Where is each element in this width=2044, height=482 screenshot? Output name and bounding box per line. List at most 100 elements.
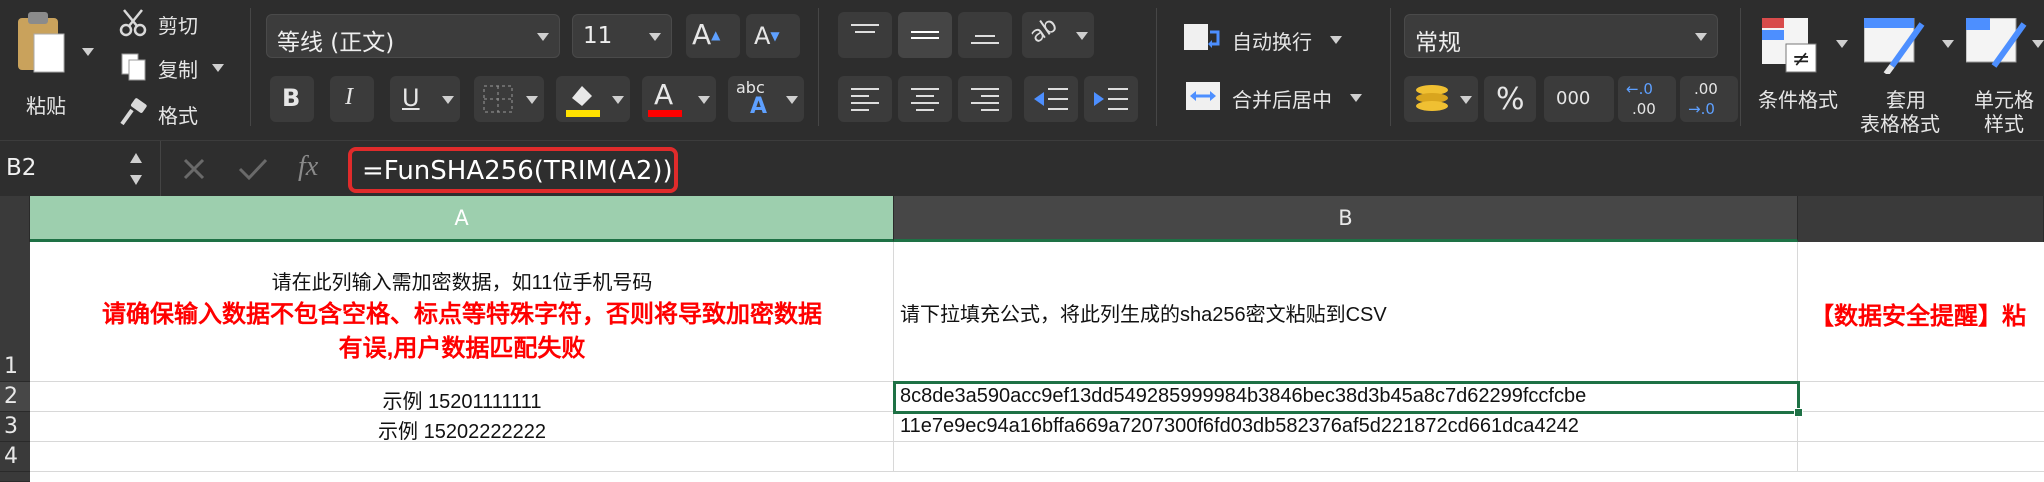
- format-painter-button[interactable]: 格式: [114, 96, 214, 130]
- increase-font-size-button[interactable]: A ▲: [686, 14, 740, 58]
- increase-font-icon: A ▲: [692, 18, 721, 51]
- decrease-font-size-button[interactable]: A ▼: [746, 14, 800, 58]
- orientation-button[interactable]: ab: [1022, 12, 1094, 58]
- merge-center-icon: [1186, 82, 1220, 110]
- wrap-text-label: 自动换行: [1232, 30, 1312, 54]
- fill-color-button[interactable]: [556, 76, 630, 122]
- cell-styles-label-2: 样式: [1984, 112, 2024, 136]
- fill-bucket-icon: [566, 86, 600, 117]
- align-bottom-button[interactable]: [958, 12, 1012, 58]
- cancel-icon[interactable]: [182, 157, 206, 181]
- number-format-value: 常规: [1415, 30, 1461, 56]
- cell-c3[interactable]: [1798, 412, 2044, 442]
- cell-b4[interactable]: [894, 442, 1798, 472]
- cell-b1[interactable]: 请下拉填充公式，将此列生成的sha256密文粘贴到CSV: [894, 242, 1798, 382]
- number-format-select[interactable]: 常规: [1404, 14, 1718, 58]
- increase-decimal-bottom: .00: [1632, 100, 1656, 118]
- select-all-corner[interactable]: [0, 196, 30, 242]
- name-box[interactable]: B2: [0, 141, 160, 197]
- cell-a1[interactable]: 请在此列输入需加密数据，如11位手机号码 请确保输入数据不包含空格、标点等特殊字…: [30, 242, 894, 382]
- cell-a1-warning-line2: 有误,用户数据匹配失败: [338, 335, 586, 362]
- fill-handle[interactable]: [1794, 408, 1803, 417]
- bold-button[interactable]: B: [270, 76, 314, 122]
- paste-label: 粘贴: [26, 94, 66, 118]
- conditional-format-label: 条件格式: [1758, 88, 1838, 112]
- cut-label: 剪切: [158, 14, 198, 38]
- row-number: 2: [4, 384, 18, 409]
- cell-a1-instruction: 请在此列输入需加密数据，如11位手机号码: [271, 272, 653, 294]
- align-left-button[interactable]: [838, 76, 892, 122]
- row-header-3[interactable]: 3: [0, 412, 30, 442]
- align-bottom-icon: [971, 35, 999, 44]
- align-middle-icon: [911, 31, 939, 39]
- copy-icon: [121, 53, 146, 81]
- font-name-select[interactable]: 等线 (正文): [266, 14, 560, 58]
- italic-button[interactable]: I: [330, 76, 374, 122]
- font-size-select[interactable]: 11: [572, 14, 672, 58]
- format-as-table-label-2: 表格格式: [1860, 112, 1940, 136]
- abc-glyph: A: [750, 94, 768, 119]
- font-color-swatch-icon: [648, 110, 682, 117]
- row-header-2[interactable]: 2: [0, 382, 30, 412]
- row-header-4[interactable]: 4: [0, 442, 30, 472]
- formula-text: =FunSHA256(TRIM(A2)): [362, 156, 673, 186]
- cell-a2-text: 示例 15201111111: [382, 391, 542, 412]
- conditional-format-icon: ≠: [1762, 18, 1817, 73]
- borders-icon: [483, 85, 513, 113]
- cell-c1[interactable]: 【数据安全提醒】粘: [1798, 242, 2044, 382]
- cell-c1-text: 【数据安全提醒】粘: [1810, 303, 2026, 330]
- column-header-a[interactable]: A: [30, 196, 894, 242]
- wrap-text-button[interactable]: 自动换行: [1180, 20, 1350, 60]
- formula-bar: B2 fx =FunSHA256(TRIM(A2)): [0, 140, 2044, 197]
- cut-button[interactable]: 剪切: [114, 6, 214, 40]
- formula-bar-divider: [160, 141, 161, 197]
- phonetic-button[interactable]: abc A: [728, 76, 804, 122]
- cell-styles-button[interactable]: 单元格 样式: [1966, 14, 2044, 136]
- increase-decimal-button[interactable]: ←.0 .00: [1618, 76, 1676, 122]
- increase-decimal-top: ←.0: [1626, 80, 1653, 98]
- format-as-table-icon: [1864, 18, 1925, 74]
- format-as-table-button[interactable]: 套用 表格格式: [1860, 14, 1964, 136]
- percent-button[interactable]: %: [1484, 76, 1536, 122]
- cell-c4[interactable]: [1798, 442, 2044, 472]
- align-top-button[interactable]: [838, 12, 892, 58]
- orientation-icon: ab: [1025, 12, 1063, 49]
- bold-label: B: [282, 84, 301, 112]
- font-name-value: 等线 (正文): [277, 30, 395, 56]
- cell-b3[interactable]: 11e7e9ec94a16bffa669a7207300f6fd03db5823…: [894, 412, 1798, 442]
- name-box-stepper-icon[interactable]: [126, 149, 146, 189]
- decrease-decimal-button[interactable]: .00 →.0: [1680, 76, 1738, 122]
- paste-button[interactable]: 粘贴: [8, 8, 94, 118]
- confirm-icon[interactable]: [238, 157, 268, 181]
- cell-a2[interactable]: 示例 15201111111: [30, 382, 894, 412]
- format-painter-label: 格式: [158, 104, 198, 128]
- borders-button[interactable]: [474, 76, 544, 122]
- row-header-5: [0, 472, 30, 482]
- row-header-1[interactable]: 1: [0, 242, 30, 382]
- coins-icon: [1416, 85, 1448, 111]
- align-right-button[interactable]: [958, 76, 1012, 122]
- column-header-b[interactable]: B: [894, 196, 1798, 242]
- align-center-button[interactable]: [898, 76, 952, 122]
- increase-indent-button[interactable]: [1084, 76, 1138, 122]
- copy-button[interactable]: 复制: [114, 50, 224, 84]
- column-header-c[interactable]: [1798, 196, 2044, 242]
- align-right-icon: [971, 88, 999, 111]
- align-top-icon: [851, 24, 879, 33]
- paste-icon: [18, 12, 65, 73]
- cell-c2[interactable]: [1798, 382, 2044, 412]
- decrease-indent-button[interactable]: [1024, 76, 1078, 122]
- conditional-format-button[interactable]: ≠ 条件格式: [1750, 14, 1858, 130]
- thousands-separator-button[interactable]: 000: [1544, 76, 1614, 122]
- underline-button[interactable]: U: [390, 76, 460, 122]
- accounting-format-button[interactable]: [1404, 76, 1478, 122]
- cell-b2[interactable]: 8c8de3a590acc9ef13dd549285999984b3846bec…: [894, 382, 1798, 412]
- insert-function-button[interactable]: fx: [298, 151, 318, 183]
- formula-input[interactable]: =FunSHA256(TRIM(A2)): [348, 147, 678, 193]
- merge-center-button[interactable]: 合并后居中: [1180, 78, 1370, 118]
- font-color-button[interactable]: A: [642, 76, 716, 122]
- cell-a3[interactable]: 示例 15202222222: [30, 412, 894, 442]
- cell-a4[interactable]: [30, 442, 894, 472]
- svg-text:≠: ≠: [1792, 47, 1810, 72]
- align-middle-button[interactable]: [898, 12, 952, 58]
